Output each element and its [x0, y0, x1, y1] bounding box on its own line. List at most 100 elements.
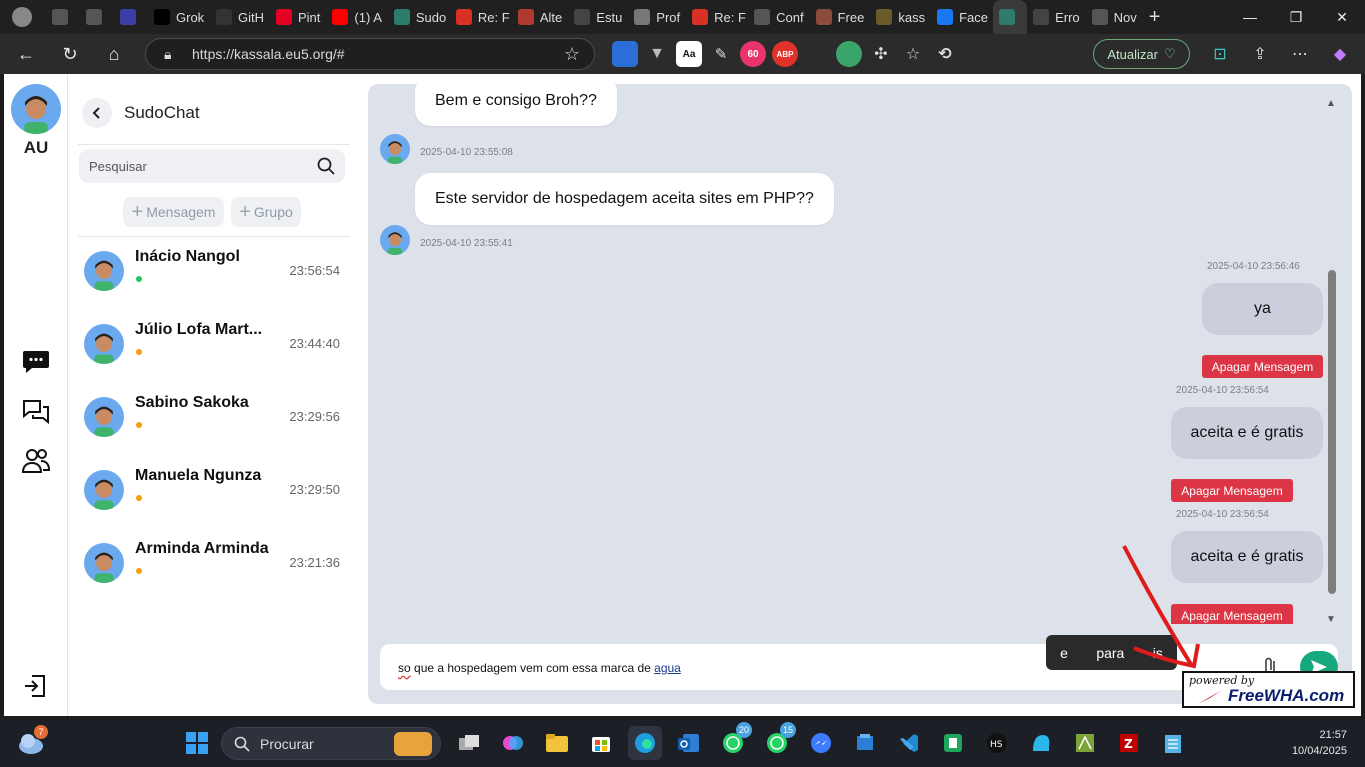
browser-tab[interactable]: (1) A	[326, 0, 387, 34]
whatsapp-icon[interactable]: 20	[716, 722, 752, 760]
user-avatar[interactable]	[11, 84, 61, 134]
browser-tab[interactable]: Erro	[1027, 0, 1086, 34]
app-icon[interactable]	[1024, 726, 1058, 760]
browser-tab[interactable]: Pint	[270, 0, 326, 34]
browser-tab[interactable]: Alte	[512, 0, 568, 34]
browser-tab[interactable]: ✕	[993, 0, 1028, 34]
freewha-watermark[interactable]: powered by FreeWHA.com	[1182, 671, 1355, 708]
scroll-down-icon[interactable]: ▼	[1326, 614, 1336, 625]
browser-tab[interactable]: Free	[810, 0, 871, 34]
message-bubble-outgoing[interactable]: ya	[1202, 283, 1323, 335]
app-icon[interactable]	[848, 726, 882, 760]
group-chat-icon[interactable]	[20, 396, 52, 428]
font-extension-icon[interactable]: Aa	[676, 41, 702, 67]
back-button[interactable]	[82, 98, 112, 128]
system-clock[interactable]: 21:57 10/04/2025	[1292, 727, 1347, 759]
scroll-up-icon[interactable]: ▲	[1326, 98, 1336, 109]
contact-item[interactable]: Arminda Arminda 23:21:36	[68, 538, 358, 608]
message-list: Bem e consigo Broh?? 2025-04-10 23:55:08 E…	[368, 84, 1328, 624]
puzzle-extensions-icon[interactable]: ✣	[868, 41, 894, 67]
edge-sidebar-icon[interactable]: ⊡	[1205, 38, 1235, 70]
favorite-star-icon[interactable]: ☆	[564, 44, 580, 65]
suggestion-item[interactable]: e	[1060, 645, 1068, 661]
update-button[interactable]: Atualizar ♡	[1093, 39, 1190, 69]
hs-app-icon[interactable]: HS	[980, 726, 1014, 760]
address-bar[interactable]: 🔒︎ https://kassala.eu5.org/# ☆	[145, 38, 595, 70]
browser-tab[interactable]: Conf	[748, 0, 809, 34]
history-icon[interactable]: ⟲	[932, 41, 958, 67]
home-icon[interactable]: ⌂	[96, 38, 132, 70]
maximize-icon[interactable]: ❐	[1273, 0, 1319, 34]
url-text[interactable]: https://kassala.eu5.org/#	[192, 46, 345, 62]
app-icon[interactable]	[1068, 726, 1102, 760]
start-button[interactable]	[186, 732, 208, 754]
message-input[interactable]: so que a hospedagem vem com essa marca d…	[398, 661, 681, 675]
close-window-icon[interactable]: ✕	[1319, 0, 1365, 34]
profile-avatar-icon[interactable]	[12, 7, 32, 27]
new-group-button[interactable]: + Grupo	[231, 197, 301, 227]
browser-tab[interactable]	[80, 0, 114, 34]
search-icon[interactable]	[317, 157, 335, 175]
edge-browser-icon[interactable]	[628, 726, 662, 760]
message-bubble-outgoing[interactable]: aceita e é gratis	[1171, 407, 1323, 459]
message-bubble-incoming[interactable]: Bem e consigo Broh??	[415, 84, 617, 126]
contacts-icon[interactable]	[20, 444, 52, 476]
browser-tab[interactable]: Grok	[148, 0, 210, 34]
store-icon[interactable]	[584, 726, 618, 760]
browser-tab[interactable]	[46, 0, 80, 34]
extension-icon[interactable]	[804, 41, 830, 67]
contact-item[interactable]: Sabino Sakoka 23:29:56	[68, 392, 358, 462]
share-icon[interactable]: ⇪	[1245, 38, 1275, 70]
new-message-button[interactable]: + Mensagem	[123, 197, 224, 227]
contact-item[interactable]: Júlio Lofa Mart... 23:44:40	[68, 319, 358, 389]
browser-tab[interactable]: Face	[931, 0, 993, 34]
contact-item[interactable]: Inácio Nangol 23:56:54	[68, 246, 358, 316]
delete-message-button[interactable]: Apagar Mensagem	[1202, 355, 1323, 378]
browser-tab[interactable]: Re: F	[450, 0, 512, 34]
messenger-icon[interactable]	[804, 726, 838, 760]
free-icon	[815, 9, 832, 25]
browser-tab[interactable]: kass	[870, 0, 931, 34]
vscode-icon[interactable]	[892, 726, 926, 760]
browser-tab[interactable]: Estu	[568, 0, 628, 34]
browser-tab[interactable]: Nov	[1086, 0, 1143, 34]
notepad-icon[interactable]	[1156, 726, 1190, 760]
extension-badge-icon[interactable]: 60	[740, 41, 766, 67]
message-bubble-incoming[interactable]: Este servidor de hospedagem aceita sites…	[415, 173, 834, 225]
chat-bubble-icon[interactable]	[20, 346, 52, 378]
whatsapp-icon[interactable]: 15	[760, 722, 796, 760]
scroll-thumb[interactable]	[1328, 270, 1336, 594]
browser-tab[interactable]: Prof	[628, 0, 686, 34]
filezilla-icon[interactable]: Z	[1112, 726, 1146, 760]
browser-tab[interactable]: GitH	[210, 0, 270, 34]
tab-label: Nov	[1113, 9, 1137, 25]
extension-icon[interactable]	[612, 41, 638, 67]
weather-widget[interactable]: 7	[16, 725, 48, 759]
browser-tab[interactable]: Sudo	[388, 0, 450, 34]
browser-tab[interactable]	[114, 0, 148, 34]
copilot-icon[interactable]	[496, 726, 530, 760]
eyedropper-icon[interactable]: ✎	[708, 41, 734, 67]
more-menu-icon[interactable]: ⋯	[1285, 38, 1315, 70]
scrollbar[interactable]: ▲ ▼	[1324, 98, 1338, 626]
contact-item[interactable]: Manuela Ngunza 23:29:50	[68, 465, 358, 535]
message-timestamp: 2025-04-10 23:56:46	[1207, 261, 1300, 272]
task-view-icon[interactable]	[452, 726, 486, 760]
new-tab-button[interactable]: +	[1143, 0, 1167, 34]
color-extension-icon[interactable]	[836, 41, 862, 67]
app-icon[interactable]	[936, 726, 970, 760]
outlook-icon[interactable]	[672, 726, 706, 760]
back-arrow-icon[interactable]: ←	[8, 38, 44, 70]
minimize-icon[interactable]: —	[1227, 0, 1273, 34]
reload-icon[interactable]: ↻	[52, 38, 88, 70]
delete-message-button[interactable]: Apagar Mensagem	[1171, 479, 1293, 502]
copilot-icon[interactable]: ◆	[1325, 38, 1355, 70]
favorites-icon[interactable]: ☆	[900, 41, 926, 67]
logout-icon[interactable]	[20, 670, 52, 702]
search-input[interactable]	[89, 149, 309, 183]
adblock-icon[interactable]: ABP	[772, 41, 798, 67]
browser-tab[interactable]: Re: F	[686, 0, 748, 34]
taskbar-search[interactable]: Procurar	[221, 727, 441, 760]
file-explorer-icon[interactable]	[540, 726, 574, 760]
vpn-triangle-icon[interactable]: ▼	[644, 41, 670, 67]
